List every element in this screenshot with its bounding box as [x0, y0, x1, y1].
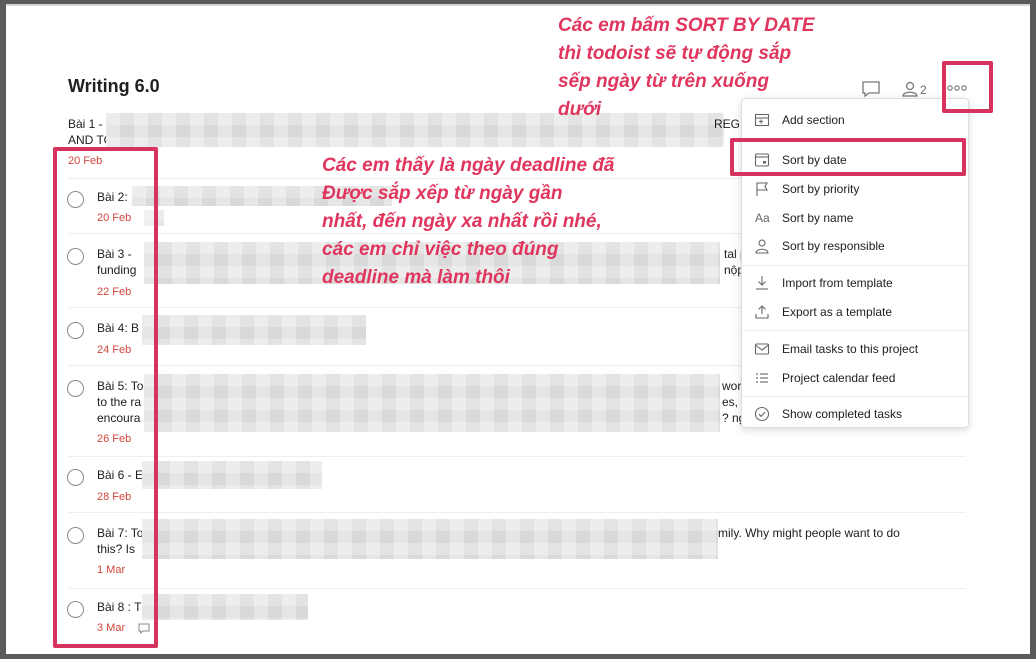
- menu-item-label: Sort by priority: [782, 182, 860, 196]
- menu-item-label: Project calendar feed: [782, 371, 896, 385]
- export-icon: [755, 305, 769, 319]
- menu-item-sort-by-name[interactable]: Aa Sort by name: [742, 205, 968, 231]
- menu-item-email-tasks[interactable]: Email tasks to this project: [742, 336, 968, 362]
- text-aa-icon: Aa: [755, 211, 770, 225]
- redacted-text: [142, 519, 718, 559]
- comment-icon: [862, 81, 880, 98]
- redacted-text: [142, 594, 308, 620]
- redacted-text: [142, 315, 366, 345]
- email-icon: [754, 343, 770, 355]
- comment-button[interactable]: [861, 80, 883, 100]
- menu-item-label: Export as a template: [782, 305, 893, 319]
- annotation-deadline-note: Các em thấy là ngày deadline đã Được sắp…: [322, 155, 615, 288]
- window-top-edge: [6, 4, 1030, 6]
- redacted-text: [144, 374, 720, 432]
- menu-item-label: Sort by responsible: [782, 239, 885, 253]
- menu-item-sort-by-priority[interactable]: Sort by priority: [742, 176, 968, 202]
- menu-item-label: Show completed tasks: [782, 407, 903, 421]
- flag-icon: [756, 182, 768, 196]
- menu-item-label: Email tasks to this project: [782, 342, 919, 356]
- menu-item-label: Sort by name: [782, 211, 854, 225]
- person-icon: [902, 81, 918, 97]
- task-1-title-line[interactable]: Bài 1 -: [68, 117, 103, 131]
- menu-item-sort-by-responsible[interactable]: Sort by responsible: [742, 233, 968, 259]
- menu-item-calendar-feed[interactable]: Project calendar feed: [742, 365, 968, 391]
- menu-item-export-template[interactable]: Export as a template: [742, 299, 968, 325]
- project-title: Writing 6.0: [68, 76, 160, 96]
- person-icon: [755, 239, 769, 254]
- menu-divider: [742, 330, 968, 331]
- task-7-title-tail: mily. Why might people want to do: [718, 526, 900, 540]
- todoist-window: Writing 6.0 2 Bài 1 - AND TO REG 20 Feb …: [6, 4, 1030, 654]
- import-icon: [756, 276, 768, 290]
- task-5-title-tail-1: wor: [722, 379, 742, 393]
- menu-item-import-template[interactable]: Import from template: [742, 270, 968, 296]
- menu-item-show-completed[interactable]: Show completed tasks: [742, 401, 968, 427]
- highlight-sort-by-date: [730, 138, 966, 176]
- menu-divider: [742, 265, 968, 266]
- task-divider: [68, 456, 966, 457]
- task-divider: [68, 512, 966, 513]
- highlight-more-button: [942, 61, 993, 113]
- highlight-due-dates: [53, 147, 158, 648]
- check-circle-icon: [754, 406, 770, 422]
- task-divider: [68, 588, 966, 589]
- collaborator-count: 2: [920, 83, 927, 97]
- menu-divider: [742, 396, 968, 397]
- menu-item-label: Import from template: [782, 276, 893, 290]
- list-icon: [756, 373, 768, 383]
- redacted-text: [142, 461, 322, 489]
- annotation-sort-by-date-note: Các em bấm SORT BY DATE thì todoist sẽ t…: [558, 15, 815, 120]
